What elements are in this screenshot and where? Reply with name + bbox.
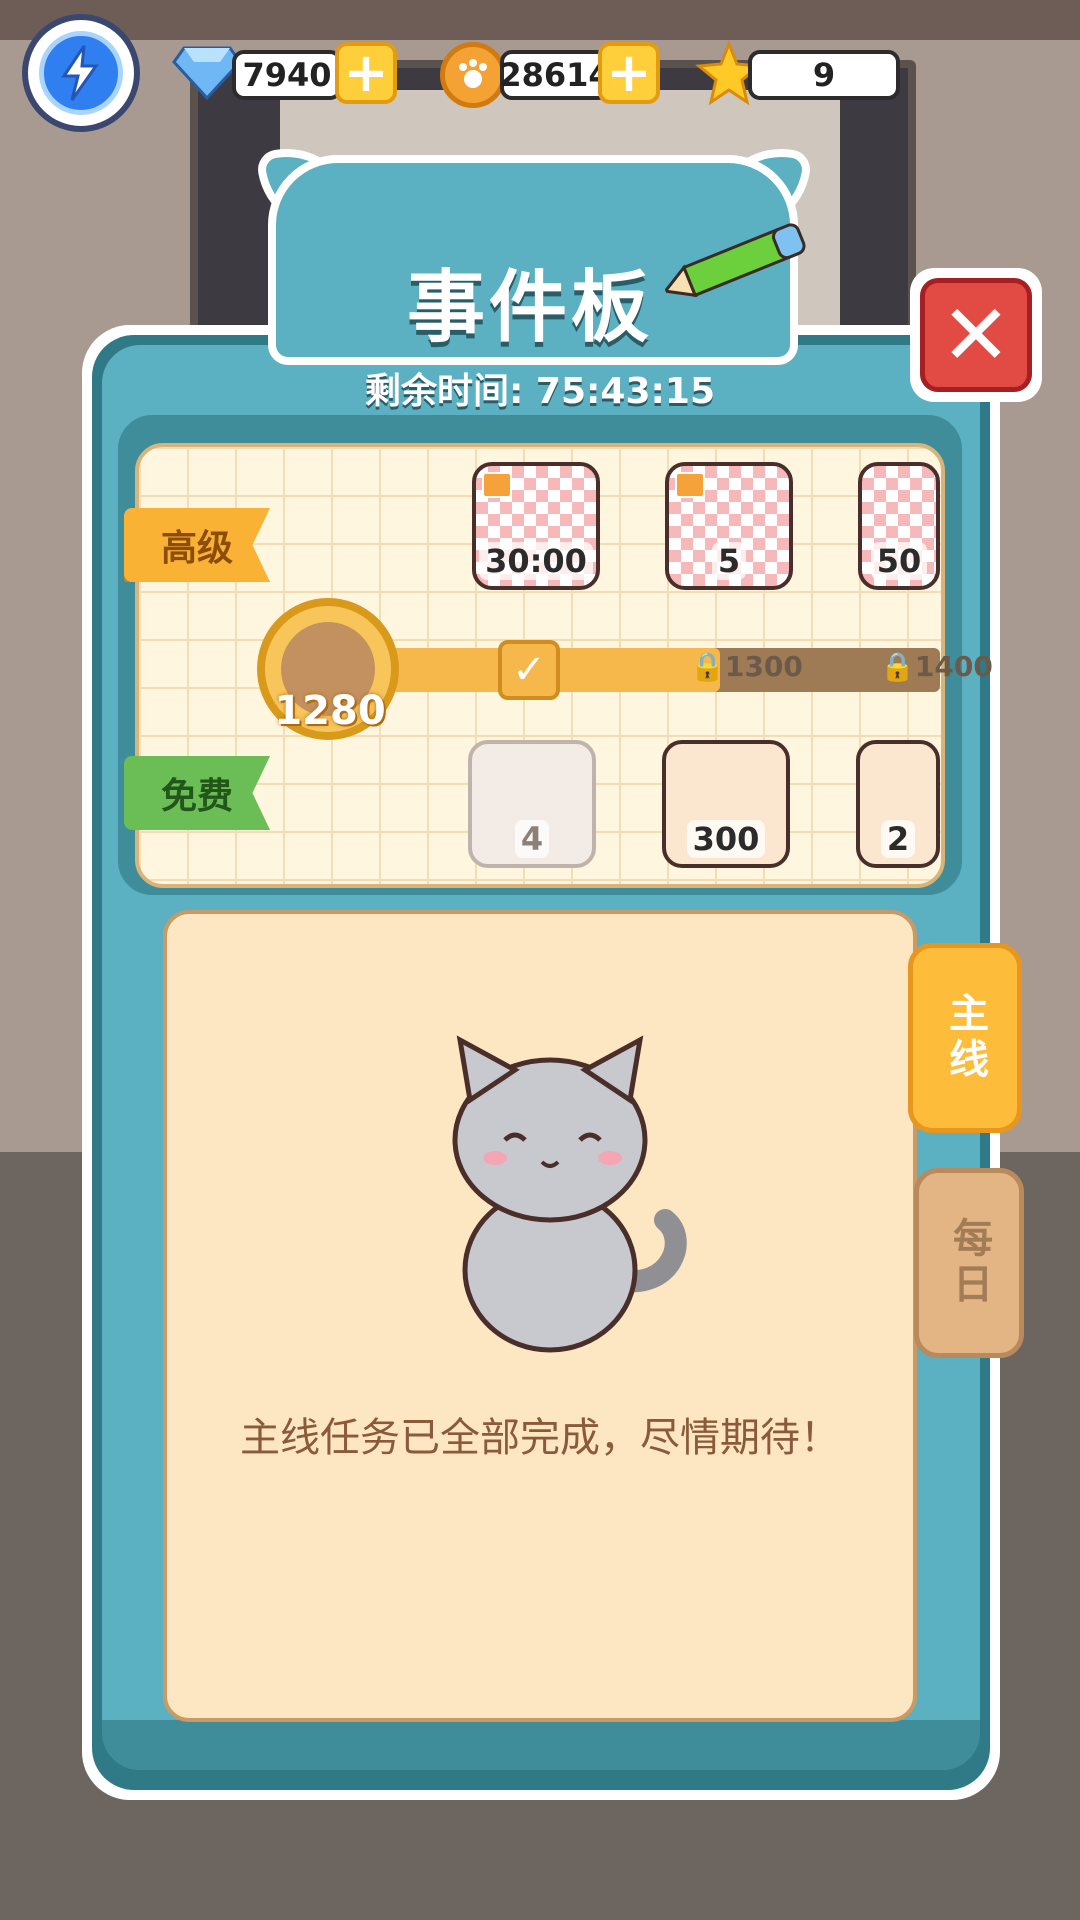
- current-points: 1280: [274, 688, 386, 734]
- video-ad-icon: [675, 472, 705, 498]
- tab-daily-label: 每日: [946, 1217, 992, 1309]
- free-reward-cat-food[interactable]: 4: [468, 740, 596, 868]
- gem-count: 7940: [232, 50, 342, 100]
- gem-reward-label: 50: [870, 542, 928, 580]
- free-reward-coins[interactable]: 300: [662, 740, 790, 868]
- cat-illustration-icon: [452, 1035, 687, 1353]
- tab-main-quest[interactable]: 主线: [908, 943, 1022, 1133]
- coin-count: 28614: [499, 50, 611, 100]
- lock-icon: 🔒: [880, 650, 915, 683]
- add-gems-button[interactable]: +: [335, 42, 397, 104]
- lock-icon: 🔒: [690, 650, 725, 683]
- milestone-1300: 🔒1300: [690, 650, 803, 683]
- premium-track-label: 高级: [124, 508, 270, 582]
- glove-label: 5: [711, 542, 747, 580]
- cat-food-label: 4: [514, 820, 550, 858]
- task-complete-message: 主线任务已全部完成，尽情期待！: [240, 1415, 840, 1461]
- yarn-ball-label: 30:00: [479, 542, 593, 580]
- close-button[interactable]: ✕: [920, 278, 1032, 392]
- ceiling: [0, 0, 1080, 40]
- lightning-icon: [39, 31, 123, 115]
- coin-icon: [440, 42, 506, 108]
- video-ad-icon: [482, 472, 512, 498]
- milestone-1400: 🔒1400: [880, 650, 993, 683]
- star-count: 9: [748, 50, 900, 100]
- glove-reward-label: 2: [880, 820, 916, 858]
- tab-main-label: 主线: [942, 992, 988, 1084]
- add-coins-button[interactable]: +: [598, 42, 660, 104]
- milestone-claimed-check: ✓: [498, 640, 560, 700]
- energy-button[interactable]: [22, 14, 140, 132]
- free-reward-glove[interactable]: 2: [856, 740, 940, 868]
- free-track-label: 免费: [124, 756, 270, 830]
- panel-footer: [102, 1720, 980, 1770]
- remaining-time: 剩余时间: 75:43:15: [364, 371, 716, 412]
- premium-reward-gem[interactable]: 50: [858, 462, 940, 590]
- coin-reward-label: 300: [686, 820, 766, 858]
- tab-daily[interactable]: 每日: [914, 1168, 1024, 1358]
